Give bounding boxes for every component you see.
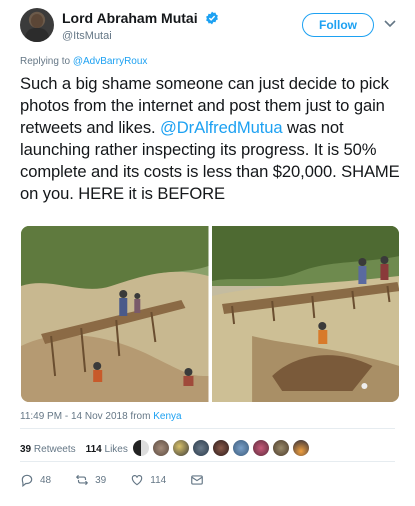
retweets-count: 39: [20, 443, 32, 455]
liker-avatar[interactable]: [132, 439, 150, 457]
photo-2[interactable]: [211, 226, 399, 402]
media-grid: [21, 226, 399, 402]
bridge-photo-right: [211, 226, 399, 402]
chevron-down-icon[interactable]: [384, 19, 396, 29]
author-info[interactable]: Lord Abraham Mutai @ItsMutai: [62, 9, 219, 42]
likes-count: 114: [85, 443, 102, 455]
handle[interactable]: @ItsMutai: [62, 30, 219, 42]
likes-stat[interactable]: 114 Likes: [86, 444, 128, 455]
verified-badge-icon: [206, 11, 218, 25]
engagement-stats: 39 Retweets 114 Likes: [20, 440, 138, 458]
reply-button[interactable]: 48: [20, 473, 51, 487]
liker-avatar[interactable]: [272, 439, 290, 457]
display-name[interactable]: Lord Abraham Mutai: [62, 10, 198, 26]
bridge-photo-left: [21, 226, 209, 402]
mention-link[interactable]: @DrAlfredMutua: [160, 118, 283, 137]
retweet-button[interactable]: 39: [75, 473, 106, 487]
liker-avatar[interactable]: [192, 439, 210, 457]
divider: [20, 428, 395, 429]
follow-button[interactable]: Follow: [302, 13, 374, 37]
tweet-timestamp: 11:49 PM - 14 Nov 2018 from Kenya: [20, 411, 182, 422]
liker-avatar[interactable]: [252, 439, 270, 457]
avatar[interactable]: [20, 8, 54, 42]
envelope-icon: [191, 475, 204, 485]
like-button[interactable]: 114: [130, 473, 166, 487]
likes-label: Likes: [104, 443, 128, 455]
reply-count: 48: [40, 474, 52, 486]
tweet-text: Such a big shame someone can just decide…: [20, 73, 400, 205]
liker-avatar[interactable]: [292, 439, 310, 457]
liker-avatar[interactable]: [212, 439, 230, 457]
message-button[interactable]: [190, 473, 210, 487]
retweets-stat[interactable]: 39 Retweets: [20, 444, 76, 455]
divider: [20, 461, 395, 462]
replying-mention[interactable]: @AdvBarryRoux: [73, 56, 148, 67]
tweet-actions: 48 39 114: [20, 472, 234, 488]
tweet-header: Lord Abraham Mutai @ItsMutai Follow: [20, 8, 400, 48]
liker-avatar[interactable]: [152, 439, 170, 457]
like-count: 114: [150, 474, 167, 486]
retweets-label: Retweets: [33, 443, 76, 455]
liker-avatars: [132, 439, 310, 457]
reply-icon: [21, 474, 33, 487]
liker-avatar[interactable]: [172, 439, 190, 457]
retweet-count: 39: [95, 474, 107, 486]
retweet-icon: [76, 474, 89, 486]
liker-avatar[interactable]: [232, 439, 250, 457]
tweet-card: Lord Abraham Mutai @ItsMutai Follow Repl…: [0, 0, 415, 506]
timestamp-place[interactable]: Kenya: [153, 411, 181, 422]
timestamp-date[interactable]: 11:49 PM - 14 Nov 2018 from: [20, 411, 150, 422]
replying-prefix: Replying to: [20, 56, 71, 67]
replying-to: Replying to @AdvBarryRoux: [20, 56, 147, 67]
photo-1[interactable]: [21, 226, 209, 402]
heart-icon: [132, 475, 143, 486]
